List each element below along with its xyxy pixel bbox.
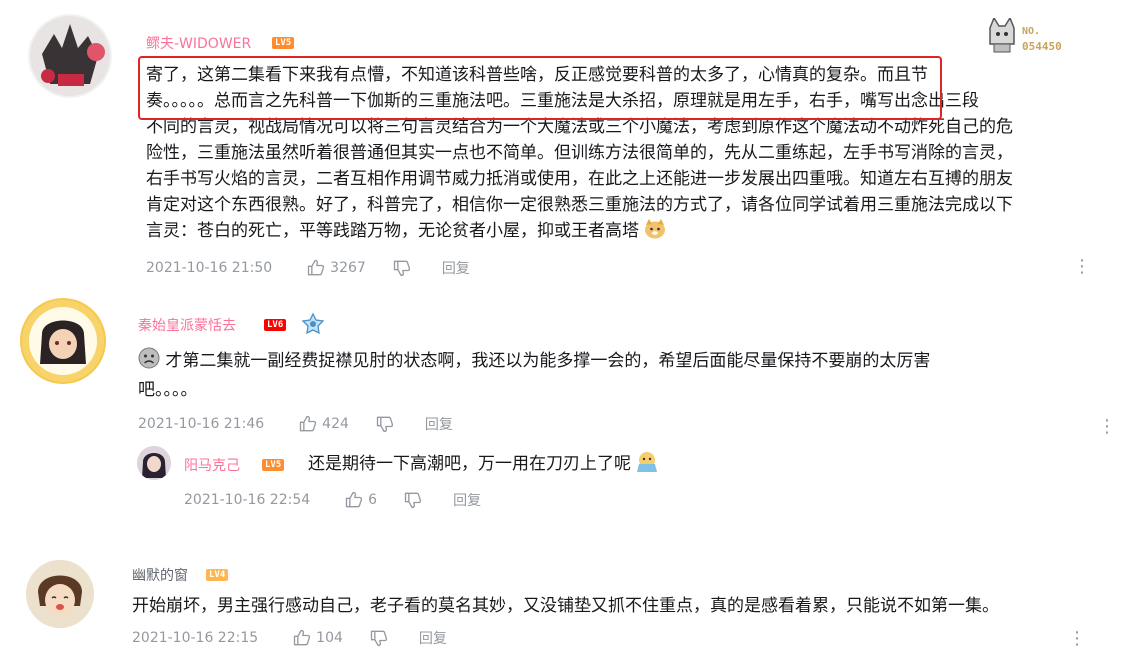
comment-text: 才第二集就一副经费捉襟见肘的状态啊，我还以为能多撑一会的，希望后面能尽量保持不要… — [138, 347, 1068, 403]
thumb-down-icon — [393, 260, 410, 277]
dislike-button[interactable] — [403, 490, 423, 510]
comment-line: 肯定对这个东西很熟。好了，科普完了，相信你一定很熟悉三重施法的方式了，请各位同学… — [146, 195, 1013, 215]
like-button[interactable]: 104 — [292, 628, 343, 648]
doge-emoji-icon — [644, 219, 666, 247]
like-button[interactable]: 424 — [298, 414, 349, 434]
sad-face-emoji-icon — [138, 347, 160, 377]
like-button[interactable]: 3267 — [306, 258, 366, 278]
avatar[interactable] — [26, 560, 94, 628]
thumb-down-icon — [370, 630, 388, 647]
like-count: 104 — [316, 630, 343, 646]
avatar[interactable] — [137, 446, 171, 480]
level-badge: LV5 — [272, 37, 295, 49]
reply-button[interactable]: 回复 — [442, 258, 470, 278]
username[interactable]: 秦始皇派蒙恬去 — [138, 315, 236, 335]
timestamp: 2021-10-16 21:50 — [146, 260, 273, 276]
fan-badge: NO. 054450 — [986, 18, 1078, 58]
reply-meta: 2021-10-16 22:54 6 回复 — [184, 490, 481, 510]
thumb-up-icon — [300, 415, 317, 432]
level-badge: LV4 — [206, 569, 229, 581]
highlight-box — [138, 56, 942, 120]
fan-badge-number: 054450 — [1022, 40, 1062, 53]
comment-line: 才第二集就一副经费捉襟见肘的状态啊，我还以为能多撑一会的，希望后面能尽量保持不要… — [138, 347, 1068, 377]
reply-button[interactable]: 回复 — [453, 490, 481, 510]
thumb-up-icon — [346, 491, 363, 508]
avatar-art-icon — [22, 300, 104, 382]
level-badge: LV5 — [262, 459, 285, 471]
crying-emoji-icon — [636, 450, 658, 480]
comment-line: 吧。。。。 — [138, 380, 198, 400]
like-button[interactable]: 6 — [344, 490, 377, 510]
like-count: 6 — [368, 492, 378, 508]
comment-line: 险性，三重施法虽然听着很普通但其实一点也不简单。但训练方法很简单的，先从二重练起… — [146, 143, 1013, 163]
comment-text: 开始崩坏，男主强行感动自己，老子看的莫名其妙，又没铺垫又抓不住重点，真的是感看着… — [132, 596, 999, 616]
reply-button[interactable]: 回复 — [425, 414, 453, 434]
timestamp: 2021-10-16 22:54 — [184, 492, 311, 508]
more-options-icon[interactable]: ⋮ — [1068, 630, 1086, 648]
thumb-down-icon — [376, 416, 394, 433]
comment-meta: 2021-10-16 22:15 104 回复 — [132, 628, 447, 648]
dislike-button[interactable] — [369, 628, 389, 648]
comment-line: 言灵：苍白的死亡，平等践踏万物，无论贫者小屋，抑或王者高塔 — [146, 218, 1096, 247]
comment-meta: 2021-10-16 21:50 3267 回复 — [146, 258, 470, 278]
avatar-art-icon — [137, 446, 171, 480]
cat-mascot-icon — [989, 18, 1015, 53]
timestamp: 2021-10-16 21:46 — [138, 416, 265, 432]
comment-line: 右手书写火焰的言灵，二者互相作用调节威力抵消或使用，在此之上还能进一步发展出四重… — [146, 169, 1013, 189]
comment-meta: 2021-10-16 21:46 424 回复 — [138, 414, 453, 434]
reply-button[interactable]: 回复 — [419, 628, 447, 648]
thumb-down-icon — [404, 492, 422, 509]
like-count: 3267 — [330, 260, 366, 276]
reply-text: 还是期待一下高潮吧，万一用在刀刃上了呢 — [308, 450, 658, 480]
avatar-art-icon — [26, 560, 94, 628]
fan-badge-label: NO. — [1022, 26, 1041, 37]
thumb-up-icon — [308, 259, 325, 276]
avatar[interactable] — [28, 14, 112, 98]
level-badge: LV6 — [264, 319, 287, 331]
avatar[interactable] — [20, 298, 106, 384]
medal-icon — [300, 312, 326, 340]
timestamp: 2021-10-16 22:15 — [132, 630, 259, 646]
username[interactable]: 幽默的窗 — [132, 565, 188, 585]
comment-line-text: 言灵：苍白的死亡，平等践踏万物，无论贫者小屋，抑或王者高塔 — [146, 221, 639, 241]
more-options-icon[interactable]: ⋮ — [1098, 418, 1116, 436]
username[interactable]: 阳马克己 — [184, 455, 240, 475]
comment-line-text: 才第二集就一副经费捉襟见肘的状态啊，我还以为能多撑一会的，希望后面能尽量保持不要… — [165, 351, 931, 371]
like-count: 424 — [322, 416, 349, 432]
thumb-up-icon — [294, 629, 311, 646]
reply-text-content: 还是期待一下高潮吧，万一用在刀刃上了呢 — [308, 454, 631, 474]
dislike-button[interactable] — [392, 258, 412, 278]
dislike-button[interactable] — [375, 414, 395, 434]
more-options-icon[interactable]: ⋮ — [1073, 258, 1091, 276]
username[interactable]: 鳏夫-WIDOWER — [146, 33, 251, 53]
avatar-art-icon — [30, 16, 110, 96]
